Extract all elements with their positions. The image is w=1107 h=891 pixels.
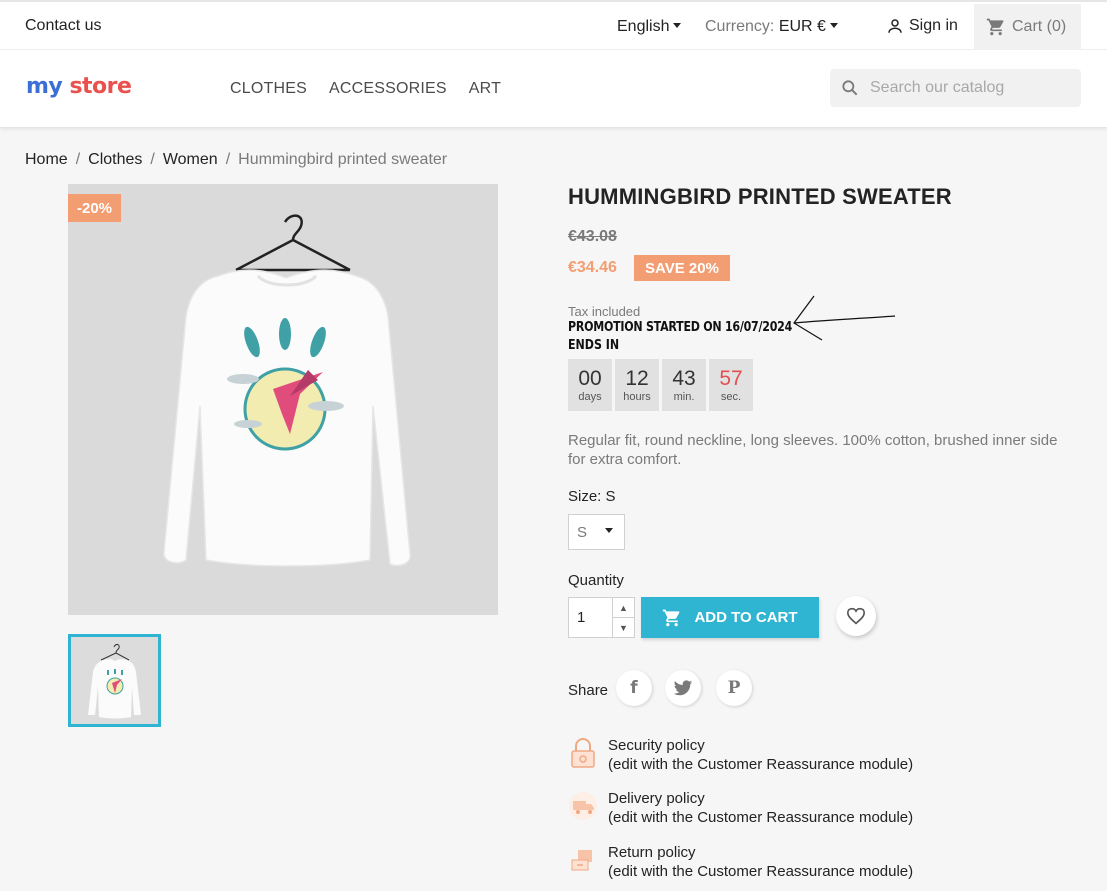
- share-label: Share: [568, 682, 609, 699]
- chevron-down-icon: [605, 528, 614, 533]
- wishlist-button[interactable]: [836, 596, 876, 636]
- language-label: English: [617, 18, 670, 35]
- search-input[interactable]: [870, 79, 1070, 97]
- chevron-down-icon: [673, 22, 682, 28]
- quantity-stepper: ▲ ▼: [613, 597, 635, 638]
- currency-label: Currency:: [705, 18, 775, 35]
- quantity-increment-button[interactable]: ▲: [613, 598, 634, 618]
- tax-label: Tax included: [568, 304, 641, 319]
- size-label: Size: S: [568, 488, 616, 505]
- breadcrumb: Home / Clothes / Women / Hummingbird pri…: [25, 151, 447, 169]
- store-logo[interactable]: my store: [26, 74, 132, 99]
- cart-label: Cart (0): [1012, 18, 1067, 35]
- return-box-icon: [568, 843, 598, 877]
- heart-icon: [846, 607, 866, 625]
- product-main-image[interactable]: [68, 184, 498, 615]
- quantity-label: Quantity: [568, 572, 624, 589]
- countdown-seconds-unit: sec.: [720, 391, 742, 403]
- nav-item-accessories[interactable]: ACCESSORIES: [329, 80, 447, 98]
- currency-selector[interactable]: Currency: EUR €: [705, 18, 838, 36]
- regular-price: €43.08: [568, 228, 617, 245]
- breadcrumb-separator: /: [150, 151, 155, 168]
- reassurance-return-sub: (edit with the Customer Reassurance modu…: [608, 863, 914, 880]
- breadcrumb-current: Hummingbird printed sweater: [238, 151, 448, 168]
- promotion-start-text: PROMOTION STARTED ON 16/07/2024: [568, 320, 793, 335]
- countdown-days-value: 00: [578, 367, 602, 390]
- cart-icon: [663, 609, 680, 626]
- breadcrumb-separator: /: [75, 151, 81, 168]
- countdown-hours-value: 12: [625, 367, 649, 390]
- quantity-decrement-button[interactable]: ▼: [613, 618, 634, 637]
- reassurance-delivery-sub: (edit with the Customer Reassurance modu…: [608, 809, 914, 826]
- truck-icon: [568, 789, 598, 823]
- annotation-arrow-icon: [793, 295, 896, 341]
- main-header: my store CLOTHES ACCESSORIES ART: [0, 50, 1107, 128]
- nav-item-clothes[interactable]: CLOTHES: [230, 80, 307, 98]
- add-to-cart-button[interactable]: ADD TO CART: [641, 597, 819, 638]
- countdown-minutes-unit: min.: [673, 391, 695, 403]
- reassurance-security: Security policy (edit with the Customer …: [568, 736, 913, 774]
- size-select[interactable]: S: [568, 514, 625, 550]
- reassurance-return-title: Return policy: [608, 844, 696, 861]
- reassurance-security-sub: (edit with the Customer Reassurance modu…: [608, 756, 914, 773]
- search-icon[interactable]: [840, 78, 860, 98]
- pinterest-icon: P: [727, 678, 741, 698]
- cart-button[interactable]: Cart (0): [974, 4, 1081, 50]
- discounted-price: €34.46: [568, 259, 617, 276]
- sweater-thumbnail-illustration: [71, 637, 158, 724]
- main-nav: CLOTHES ACCESSORIES ART: [230, 80, 501, 98]
- discount-flag: -20%: [68, 194, 121, 222]
- nav-item-art[interactable]: ART: [469, 80, 501, 98]
- quantity-input[interactable]: 1: [568, 597, 613, 638]
- product-title: HUMMINGBIRD PRINTED SWEATER: [568, 184, 952, 209]
- language-selector[interactable]: English: [617, 18, 682, 36]
- countdown-timer: 00 days 12 hours 43 min. 57 sec.: [568, 359, 753, 411]
- countdown-minutes: 43 min.: [662, 359, 706, 411]
- size-select-value: S: [577, 523, 588, 541]
- countdown-hours: 12 hours: [615, 359, 659, 411]
- logo-text-my: my: [26, 74, 63, 99]
- breadcrumb-home[interactable]: Home: [25, 151, 68, 169]
- breadcrumb-women[interactable]: Women: [163, 151, 218, 169]
- promotion-ends-label: ENDS IN: [568, 338, 620, 353]
- add-to-cart-label: ADD TO CART: [694, 609, 798, 626]
- save-badge: SAVE 20%: [634, 255, 730, 281]
- product-description: Regular fit, round neckline, long sleeve…: [568, 432, 1058, 468]
- logo-text-store: store: [69, 74, 132, 99]
- pinterest-share-button[interactable]: P: [716, 670, 752, 706]
- breadcrumb-separator: /: [225, 151, 231, 168]
- reassurance-delivery-title: Delivery policy: [608, 790, 705, 807]
- cart-icon: [986, 18, 1004, 36]
- sweater-illustration: [68, 184, 498, 615]
- product-thumbnail[interactable]: [68, 634, 161, 727]
- reassurance-delivery: Delivery policy (edit with the Customer …: [568, 789, 913, 827]
- sign-in-label: Sign in: [909, 17, 958, 34]
- facebook-icon: f: [630, 678, 638, 698]
- countdown-hours-unit: hours: [623, 391, 651, 403]
- contact-us-link[interactable]: Contact us: [25, 17, 101, 35]
- search-box: [830, 69, 1081, 107]
- countdown-seconds-value: 57: [719, 367, 743, 390]
- top-bar: Contact us English Currency: EUR € Sign …: [0, 0, 1107, 50]
- reassurance-security-title: Security policy: [608, 737, 705, 754]
- sign-in-link[interactable]: Sign in: [886, 17, 958, 35]
- countdown-minutes-value: 43: [672, 367, 696, 390]
- countdown-seconds: 57 sec.: [709, 359, 753, 411]
- chevron-down-icon: [829, 22, 838, 28]
- user-icon: [888, 19, 902, 33]
- facebook-share-button[interactable]: f: [616, 670, 652, 706]
- countdown-days-unit: days: [578, 391, 602, 403]
- twitter-icon: [673, 679, 693, 695]
- lock-icon: [568, 736, 598, 770]
- currency-value: EUR €: [778, 18, 826, 35]
- breadcrumb-clothes[interactable]: Clothes: [88, 151, 142, 169]
- countdown-days: 00 days: [568, 359, 612, 411]
- twitter-share-button[interactable]: [665, 670, 701, 706]
- reassurance-return: Return policy (edit with the Customer Re…: [568, 843, 913, 881]
